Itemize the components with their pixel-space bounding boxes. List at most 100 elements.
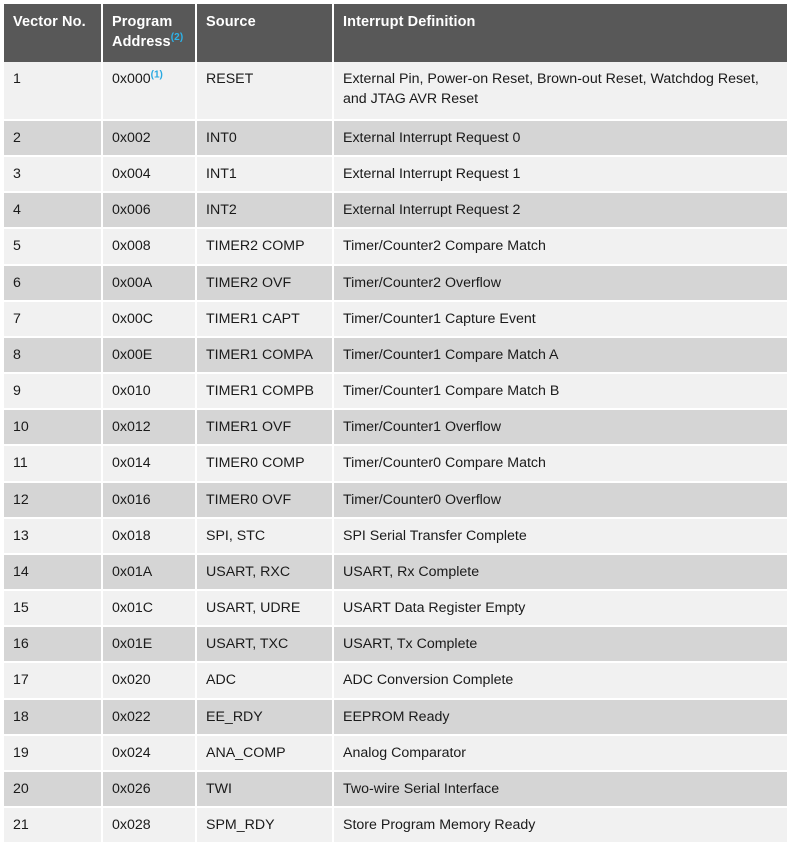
cell-interrupt-definition-text: Timer/Counter2 Compare Match <box>343 238 546 255</box>
cell-interrupt-definition: USART Data Register Empty <box>333 590 787 628</box>
cell-vector-no: 6 <box>4 264 103 302</box>
cell-interrupt-definition-text: Timer/Counter2 Overflow <box>343 274 501 291</box>
cell-source: ANA_COMP <box>196 734 334 772</box>
cell-source-text: INT2 <box>206 202 237 219</box>
cell-program-address-text: 0x01A <box>112 563 153 580</box>
cell-program-address: 0x026 <box>102 770 197 808</box>
cell-vector-no-text: 18 <box>13 708 29 725</box>
cell-vector-no: 13 <box>4 517 103 555</box>
cell-vector-no: 10 <box>4 409 103 447</box>
cell-vector-no: 8 <box>4 336 103 375</box>
table-body: 1 0x000(1) RESET External Pin, Power-on Res… <box>4 62 787 844</box>
cell-program-address-text: 0x008 <box>112 238 151 255</box>
cell-program-address: 0x000(1) <box>102 62 197 121</box>
table-row: 5 0x008 TIMER2 COMP Timer/Counter2 Compare … <box>4 228 787 266</box>
cell-program-address-text: 0x01E <box>112 636 153 653</box>
cell-program-address: 0x018 <box>102 517 197 555</box>
table-row: 17 0x020 ADC ADC Conversion Complete <box>4 662 787 700</box>
cell-vector-no-text: 15 <box>13 600 29 617</box>
cell-interrupt-definition: USART, Rx Complete <box>333 553 787 592</box>
cell-source-text: TIMER1 OVF <box>206 419 292 436</box>
cell-vector-no: 5 <box>4 228 103 266</box>
column-header-vector-no: Vector No. <box>4 4 103 62</box>
cell-source: TIMER1 CAPT <box>196 300 334 338</box>
column-header-program-address-footnote: (2) <box>170 31 184 43</box>
cell-interrupt-definition-text: Two-wire Serial Interface <box>343 780 500 797</box>
cell-source-text: SPI, STC <box>206 527 266 544</box>
cell-source: TIMER1 COMPA <box>196 336 334 375</box>
table-row: 14 0x01A USART, RXC USART, Rx Complete <box>4 553 787 592</box>
cell-vector-no: 16 <box>4 626 103 664</box>
cell-interrupt-definition-text: Store Program Memory Ready <box>343 816 536 833</box>
cell-interrupt-definition-text: Timer/Counter1 Capture Event <box>343 310 536 327</box>
cell-interrupt-definition-text: Timer/Counter1 Overflow <box>343 419 501 436</box>
cell-source: TIMER1 OVF <box>196 409 334 447</box>
cell-vector-no-text: 10 <box>13 419 29 436</box>
column-header-interrupt-definition-label: Interrupt Definition <box>343 14 476 30</box>
cell-vector-no-text: 7 <box>13 310 21 327</box>
cell-interrupt-definition: Timer/Counter2 Overflow <box>333 264 787 302</box>
cell-interrupt-definition: USART, Tx Complete <box>333 626 787 664</box>
table-row: 9 0x010 TIMER1 COMPB Timer/Counter1 Compare… <box>4 373 787 411</box>
cell-source-text: ADC <box>206 672 236 689</box>
cell-vector-no: 20 <box>4 770 103 808</box>
table-row: 2 0x002 INT0 External Interrupt Request 0 <box>4 120 787 158</box>
cell-vector-no-text: 20 <box>13 780 29 797</box>
cell-program-address-text: 0x016 <box>112 491 151 508</box>
cell-source-text: EE_RDY <box>206 708 263 725</box>
cell-vector-no: 3 <box>4 156 103 194</box>
cell-source-text: INT0 <box>206 130 237 146</box>
cell-program-address-text: 0x020 <box>112 672 151 689</box>
cell-vector-no-text: 9 <box>13 383 21 400</box>
cell-vector-no: 19 <box>4 734 103 772</box>
cell-vector-no-text: 14 <box>13 563 29 580</box>
column-header-vector-no-label: Vector No. <box>13 14 86 30</box>
cell-program-address: 0x01C <box>102 590 197 628</box>
cell-program-address: 0x022 <box>102 698 197 736</box>
cell-source-text: USART, TXC <box>206 636 289 653</box>
cell-vector-no-text: 5 <box>13 238 21 255</box>
cell-program-address: 0x00C <box>102 300 197 338</box>
cell-program-address: 0x008 <box>102 228 197 266</box>
column-header-source-label: Source <box>206 14 256 30</box>
cell-source-text: TIMER2 COMP <box>206 238 305 255</box>
cell-source-text: TIMER1 COMPA <box>206 346 313 363</box>
table-row: 8 0x00E TIMER1 COMPA Timer/Counter1 Compare… <box>4 336 787 375</box>
cell-program-address-text: 0x004 <box>112 166 151 183</box>
cell-vector-no-text: 1 <box>13 71 21 87</box>
cell-vector-no: 1 <box>4 62 103 121</box>
cell-interrupt-definition: External Interrupt Request 2 <box>333 192 787 230</box>
cell-vector-no-text: 3 <box>13 166 21 183</box>
cell-vector-no: 12 <box>4 481 103 519</box>
cell-vector-no: 15 <box>4 590 103 628</box>
column-header-program-address-label: Program Address <box>112 14 173 50</box>
table-row: 7 0x00C TIMER1 CAPT Timer/Counter1 Capture … <box>4 300 787 338</box>
cell-interrupt-definition: Two-wire Serial Interface <box>333 770 787 808</box>
cell-interrupt-definition: Store Program Memory Ready <box>333 806 787 844</box>
table-row: 21 0x028 SPM_RDY Store Program Memory Ready <box>4 806 787 844</box>
cell-vector-no-text: 13 <box>13 527 29 544</box>
cell-program-address-text: 0x022 <box>112 708 151 725</box>
cell-vector-no: 7 <box>4 300 103 338</box>
table-row: 20 0x026 TWI Two-wire Serial Interface <box>4 770 787 808</box>
cell-program-address-text: 0x000 <box>112 71 151 87</box>
cell-vector-no-text: 4 <box>13 202 21 219</box>
table-row: 12 0x016 TIMER0 OVF Timer/Counter0 Overflow <box>4 481 787 519</box>
cell-program-address: 0x002 <box>102 120 197 158</box>
cell-program-address: 0x024 <box>102 734 197 772</box>
cell-source-text: SPM_RDY <box>206 816 275 833</box>
cell-interrupt-definition-text: USART Data Register Empty <box>343 600 526 617</box>
cell-vector-no-text: 12 <box>13 491 29 508</box>
cell-interrupt-definition-text: Timer/Counter0 Compare Match <box>343 455 546 472</box>
cell-interrupt-definition-text: USART, Tx Complete <box>343 636 478 653</box>
cell-source-text: USART, UDRE <box>206 600 301 617</box>
cell-vector-no-text: 2 <box>13 130 21 146</box>
cell-source: USART, TXC <box>196 626 334 664</box>
table-row: 15 0x01C USART, UDRE USART Data Register Em… <box>4 590 787 628</box>
cell-source: ADC <box>196 662 334 700</box>
cell-source-text: TWI <box>206 780 232 797</box>
document-page: Vector No. Program Address(2) Source Int… <box>0 0 797 844</box>
cell-vector-no: 11 <box>4 445 103 483</box>
cell-program-address: 0x010 <box>102 373 197 411</box>
cell-interrupt-definition: EEPROM Ready <box>333 698 787 736</box>
